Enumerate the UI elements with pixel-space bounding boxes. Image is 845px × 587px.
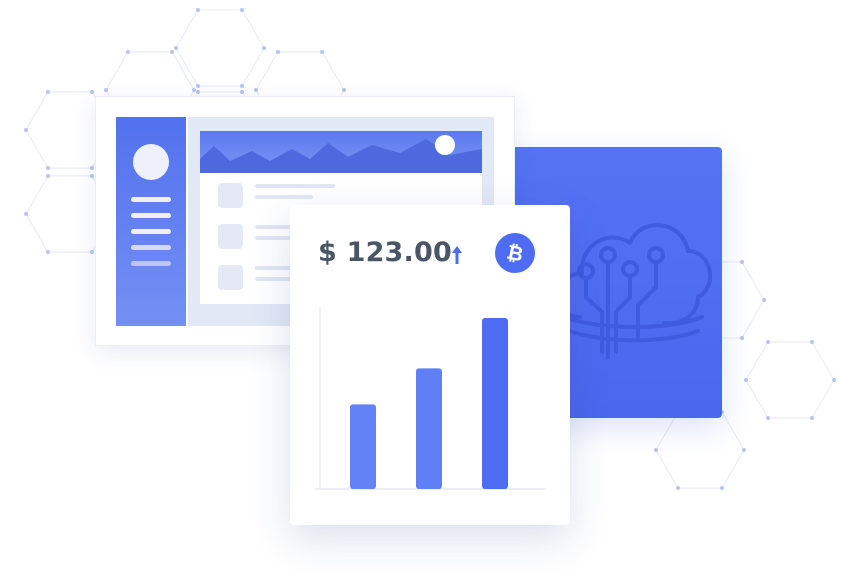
price-card: $ 123.00 ₿ bbox=[290, 205, 570, 525]
hexagon-node bbox=[744, 378, 748, 382]
sidebar-menu-item bbox=[131, 213, 171, 218]
hexagon-node bbox=[196, 84, 200, 88]
sun-icon bbox=[435, 135, 455, 155]
hexagon-node bbox=[90, 174, 94, 178]
sidebar-menu-item bbox=[131, 261, 171, 266]
hexagon-node bbox=[766, 340, 770, 344]
list-item-thumbnail bbox=[218, 183, 243, 208]
hexagon-node bbox=[740, 336, 744, 340]
hexagon-node bbox=[170, 50, 174, 54]
window-sidebar bbox=[116, 117, 186, 326]
hexagon-node bbox=[46, 174, 50, 178]
hexagon-node bbox=[810, 340, 814, 344]
hexagon-node bbox=[654, 448, 658, 452]
hexagon-node bbox=[196, 8, 200, 12]
hexagon-node bbox=[342, 88, 346, 92]
sidebar-menu-item bbox=[131, 229, 171, 234]
hexagon-node bbox=[320, 50, 324, 54]
bitcoin-symbol: ₿ bbox=[505, 240, 526, 267]
hexagon-outline bbox=[655, 411, 745, 489]
hexagon-node bbox=[720, 486, 724, 490]
avatar bbox=[133, 144, 169, 180]
hexagon-node bbox=[126, 50, 130, 54]
hexagon-node bbox=[90, 90, 94, 94]
hexagon-outline bbox=[175, 9, 265, 87]
hexagon-node bbox=[24, 212, 28, 216]
sidebar-menu-item bbox=[131, 245, 171, 250]
bitcoin-icon: ₿ bbox=[495, 233, 535, 273]
hexagon-node bbox=[46, 166, 50, 170]
list-item-text bbox=[255, 184, 335, 188]
hexagon-node bbox=[676, 486, 680, 490]
hexagon-node bbox=[832, 378, 836, 382]
hexagon-node bbox=[46, 90, 50, 94]
hexagon-node bbox=[196, 90, 200, 94]
hexagon-node bbox=[240, 84, 244, 88]
chart-bar bbox=[416, 368, 442, 489]
hexagon-node bbox=[104, 88, 108, 92]
hexagon-node bbox=[742, 448, 746, 452]
mountain-banner-image bbox=[200, 131, 482, 173]
hexagon-node bbox=[240, 8, 244, 12]
hexagon-node bbox=[174, 46, 178, 50]
hexagon-node bbox=[90, 166, 94, 170]
hexagon-node bbox=[262, 46, 266, 50]
sidebar-menu-item bbox=[131, 197, 171, 202]
hexagon-node bbox=[24, 128, 28, 132]
hexagon-node bbox=[740, 260, 744, 264]
chart-bar bbox=[482, 318, 508, 489]
hexagon-node bbox=[90, 250, 94, 254]
chart-bar bbox=[350, 404, 376, 489]
price-value: $ 123.00 bbox=[318, 237, 452, 268]
hexagon-node bbox=[810, 416, 814, 420]
list-item-text bbox=[255, 195, 313, 199]
bar-chart bbox=[315, 307, 546, 490]
hexagon-node bbox=[192, 88, 196, 92]
hexagon-node bbox=[762, 298, 766, 302]
hexagon-node bbox=[766, 416, 770, 420]
hexagon-node bbox=[276, 50, 280, 54]
hexagon-node bbox=[240, 90, 244, 94]
hexagon-outline bbox=[745, 341, 835, 419]
hexagon-node bbox=[46, 250, 50, 254]
list-item-thumbnail bbox=[218, 265, 243, 290]
list-item-thumbnail bbox=[218, 224, 243, 249]
arrow-up-icon bbox=[452, 246, 462, 264]
hexagon-node bbox=[254, 88, 258, 92]
